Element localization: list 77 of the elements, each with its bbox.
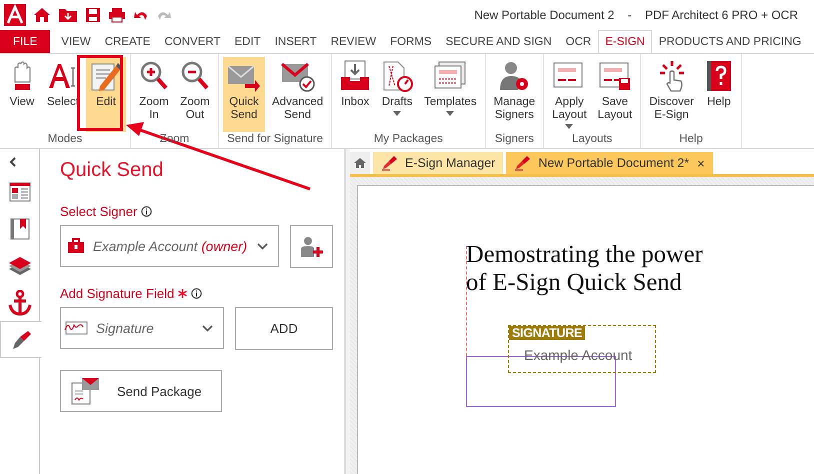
menu-tab[interactable]: FORMS bbox=[383, 30, 439, 53]
info-icon bbox=[141, 206, 152, 217]
ribbon-group-label: Help bbox=[679, 132, 703, 147]
chevron-down-icon bbox=[202, 324, 213, 332]
save-layout-icon bbox=[598, 60, 631, 92]
folder-icon[interactable] bbox=[58, 7, 78, 23]
menu-tab[interactable]: SECURE AND SIGN bbox=[438, 30, 559, 53]
add-signer-button[interactable] bbox=[290, 225, 333, 268]
menu-tab[interactable]: VIEW bbox=[54, 30, 98, 53]
ribbon-group-label: Modes bbox=[48, 132, 82, 147]
signature-tag: SIGNATURE bbox=[509, 326, 585, 340]
add-button[interactable]: ADD bbox=[235, 307, 333, 350]
envelope-document-icon bbox=[71, 377, 101, 405]
menu-tab[interactable]: CREATE bbox=[98, 30, 158, 53]
menu-tab[interactable]: CONVERT bbox=[157, 30, 228, 53]
ribbon-button[interactable]: Save Layout bbox=[594, 57, 636, 132]
ribbon-group-label: Signers bbox=[494, 132, 534, 147]
anchor-icon bbox=[8, 290, 32, 316]
pen-icon bbox=[381, 155, 397, 171]
menu-tab[interactable]: FILE bbox=[0, 30, 50, 53]
signer-dropdown[interactable]: Example Account (owner) bbox=[60, 225, 279, 267]
inbox-icon bbox=[340, 60, 370, 92]
collapse-icon[interactable] bbox=[9, 157, 17, 167]
ribbon-group-label: My Packages bbox=[374, 132, 443, 147]
ribbon-button[interactable]: Manage Signers bbox=[490, 57, 540, 132]
field-label: Add Signature Field bbox=[60, 286, 174, 301]
field-label: Select Signer bbox=[60, 204, 138, 219]
ribbon-button[interactable]: Advanced Send bbox=[268, 57, 328, 132]
help-book-icon bbox=[706, 60, 732, 92]
edit-icon bbox=[90, 60, 122, 92]
layers-icon bbox=[8, 256, 32, 276]
print-icon[interactable] bbox=[108, 7, 126, 23]
pen-icon bbox=[514, 155, 530, 171]
panel-title: Quick Send bbox=[60, 159, 164, 182]
app-logo-icon[interactable] bbox=[4, 4, 26, 26]
briefcase-icon bbox=[67, 238, 85, 254]
ribbon-button[interactable]: Apply Layout bbox=[548, 57, 591, 132]
document-tab[interactable]: E-Sign Manager bbox=[373, 152, 504, 174]
ribbon-button[interactable]: Inbox bbox=[336, 57, 374, 132]
field-type-dropdown[interactable]: Signature bbox=[60, 307, 224, 349]
menu-tab[interactable]: EDIT bbox=[228, 30, 268, 53]
ribbon-group-label: Layouts bbox=[572, 132, 612, 147]
close-tab-button[interactable]: × bbox=[697, 156, 705, 170]
document-heading: Demostrating the power of E-Sign Quick Send bbox=[466, 241, 703, 297]
zoom-out-icon bbox=[180, 60, 210, 92]
bookmark-icon bbox=[10, 218, 30, 240]
menu-tab[interactable]: E-SIGN bbox=[598, 30, 652, 53]
ribbon-group-label: Send for Signature bbox=[227, 132, 324, 147]
ribbon-button[interactable]: Discover E-Sign bbox=[645, 57, 698, 132]
home-icon[interactable] bbox=[33, 7, 51, 23]
user-gear-icon bbox=[498, 60, 530, 92]
menu-tab[interactable]: INSERT bbox=[268, 30, 324, 53]
side-panel-tab[interactable] bbox=[0, 321, 42, 358]
ribbon-button[interactable]: View bbox=[4, 57, 40, 132]
window-title: New Portable Document 2 - PDF Architect 6 PRO + OCR bbox=[474, 8, 798, 22]
ribbon-button[interactable]: Drafts bbox=[377, 57, 418, 132]
zoom-in-icon bbox=[139, 60, 169, 92]
menu-tab[interactable]: PRODUCTS AND PRICING bbox=[652, 30, 808, 53]
home-icon bbox=[353, 157, 367, 169]
envelope-check-icon bbox=[280, 60, 315, 92]
send-package-button[interactable]: Send Package bbox=[60, 370, 222, 412]
ribbon-button[interactable]: Quick Send bbox=[223, 57, 265, 132]
home-tab[interactable] bbox=[350, 152, 370, 174]
chevron-down-icon bbox=[257, 242, 268, 250]
menu-tab[interactable]: OCR bbox=[558, 30, 598, 53]
draft-document-icon bbox=[381, 60, 414, 92]
info-icon bbox=[191, 288, 202, 299]
ribbon-button[interactable]: Zoom Out bbox=[176, 57, 214, 132]
document-tab[interactable]: New Portable Document 2* × bbox=[506, 152, 713, 174]
page-layout-icon bbox=[8, 182, 30, 202]
ribbon-button[interactable]: Help bbox=[700, 57, 737, 132]
add-user-icon bbox=[300, 236, 324, 258]
ribbon-button[interactable]: Templates bbox=[420, 57, 481, 132]
save-icon[interactable] bbox=[85, 7, 101, 23]
menu-tab[interactable]: REVIEW bbox=[324, 30, 384, 53]
ribbon-button[interactable]: Zoom In bbox=[135, 57, 173, 132]
signature-icon bbox=[64, 320, 88, 336]
